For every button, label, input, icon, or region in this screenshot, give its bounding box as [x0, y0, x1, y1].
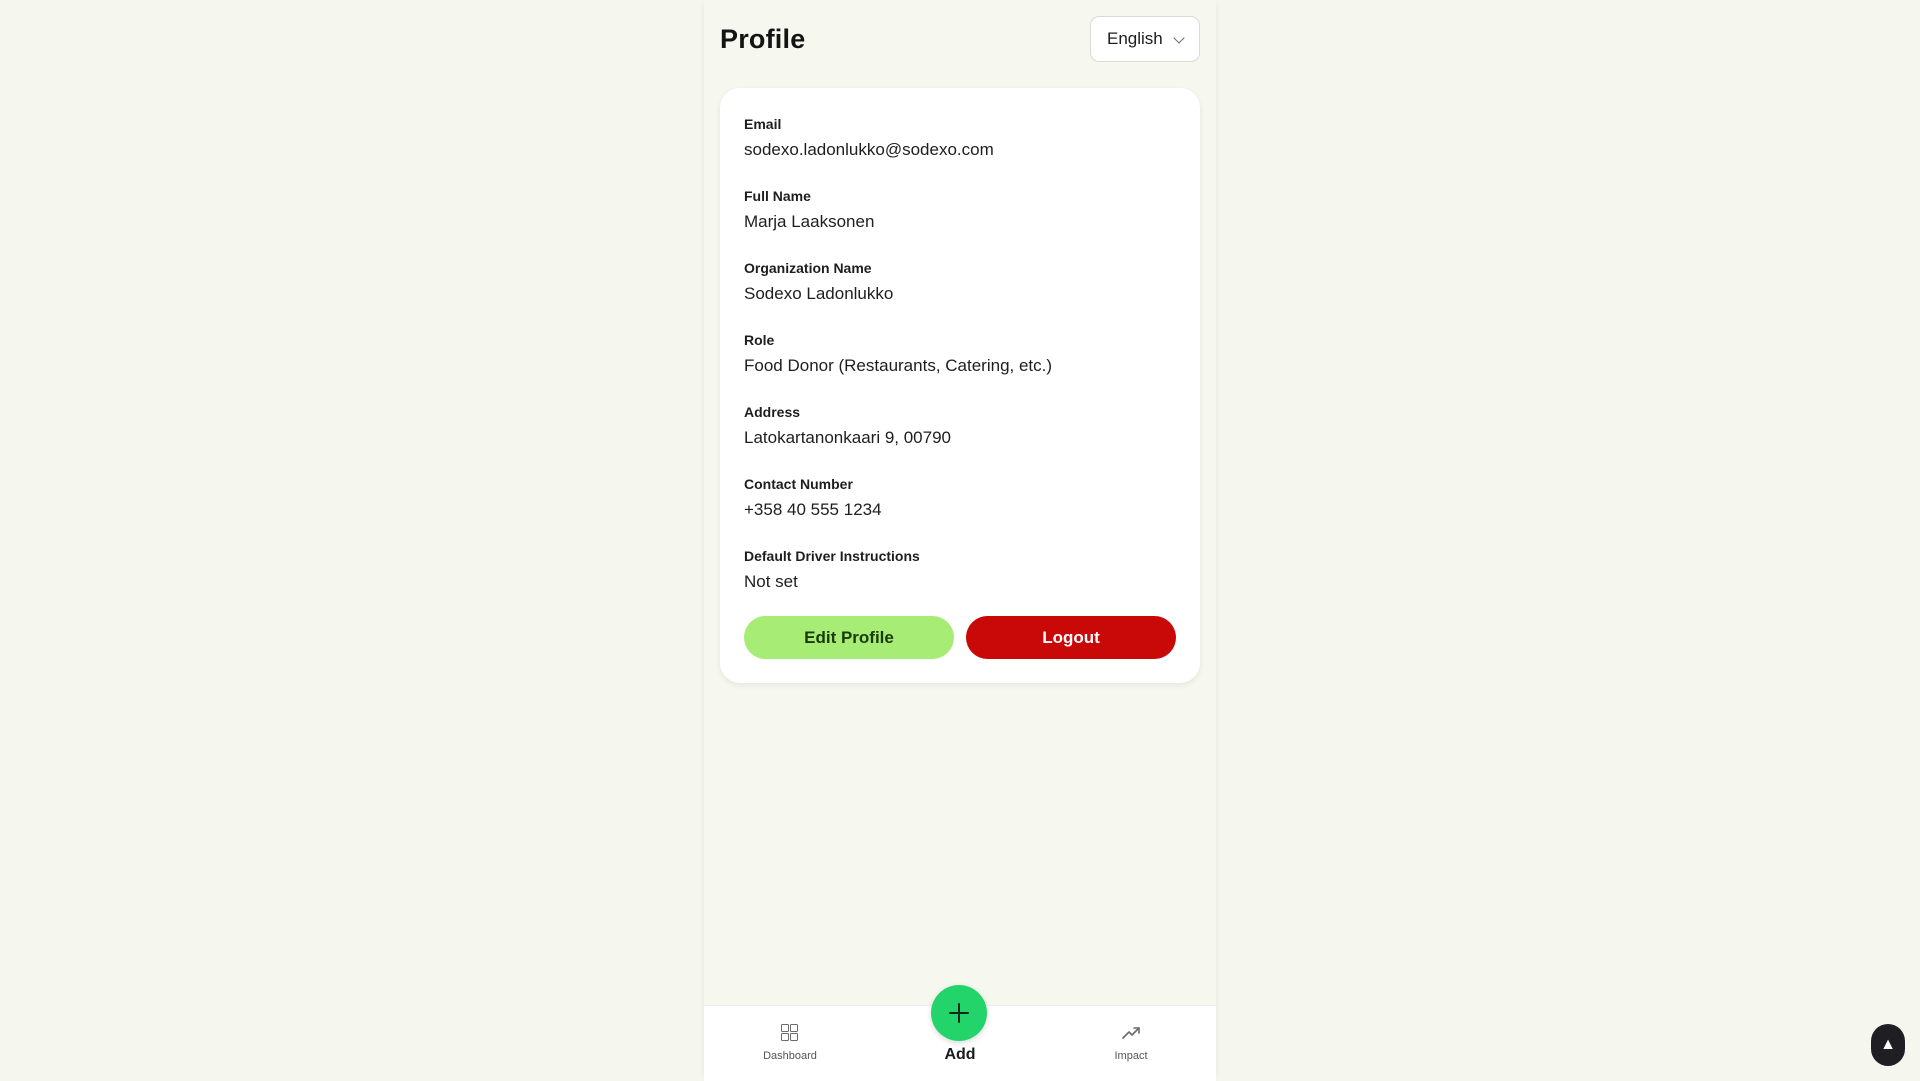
field-address: Address Latokartanonkaari 9, 00790 [744, 400, 1176, 472]
field-label: Address [744, 404, 801, 420]
field-value: Latokartanonkaari 9, 00790 [744, 428, 951, 447]
edit-profile-button[interactable]: Edit Profile [744, 616, 954, 659]
language-select-value: English [1107, 29, 1163, 48]
field-label: Contact Number [744, 476, 853, 492]
field-role: Role Food Donor (Restaurants, Catering, … [744, 328, 1176, 400]
language-select[interactable]: English [1090, 16, 1200, 62]
field-organization-name: Organization Name Sodexo Ladonlukko [744, 256, 1176, 328]
field-label: Role [744, 332, 775, 348]
nav-item-dashboard[interactable]: Dashboard [745, 1024, 835, 1062]
field-value: sodexo.ladonlukko@sodexo.com [744, 140, 994, 159]
chevron-down-icon [1173, 32, 1185, 44]
dashboard-grid-icon [781, 1024, 799, 1042]
field-label: Organization Name [744, 260, 872, 276]
field-email: Email sodexo.ladonlukko@sodexo.com [744, 112, 1176, 184]
field-label: Default Driver Instructions [744, 548, 920, 564]
add-button[interactable] [931, 985, 987, 1041]
trending-up-icon [1122, 1027, 1140, 1039]
nav-item-impact[interactable]: Impact [1086, 1024, 1176, 1062]
field-default-driver-instructions: Default Driver Instructions Not set [744, 544, 1176, 616]
app-column: Profile English Email sodexo.ladonlukko@… [704, 0, 1216, 1081]
field-contact-number: Contact Number +358 40 555 1234 [744, 472, 1176, 544]
scroll-to-top-button[interactable]: ▲ [1871, 1024, 1905, 1066]
field-value: Not set [744, 572, 798, 591]
nav-label: Dashboard [763, 1050, 817, 1062]
field-label: Full Name [744, 188, 811, 204]
profile-card: Email sodexo.ladonlukko@sodexo.com Full … [720, 88, 1200, 683]
logout-button[interactable]: Logout [966, 616, 1176, 659]
field-value: +358 40 555 1234 [744, 500, 882, 519]
field-label: Email [744, 116, 782, 132]
page-title: Profile [720, 24, 806, 54]
header: Profile English [720, 12, 1200, 68]
field-value: Marja Laaksonen [744, 212, 875, 231]
field-value: Sodexo Ladonlukko [744, 284, 894, 303]
field-full-name: Full Name Marja Laaksonen [744, 184, 1176, 256]
profile-actions: Edit Profile Logout [744, 616, 1176, 659]
add-label[interactable]: Add [910, 1046, 1010, 1064]
field-value: Food Donor (Restaurants, Catering, etc.) [744, 356, 1053, 375]
nav-label: Impact [1114, 1050, 1148, 1062]
